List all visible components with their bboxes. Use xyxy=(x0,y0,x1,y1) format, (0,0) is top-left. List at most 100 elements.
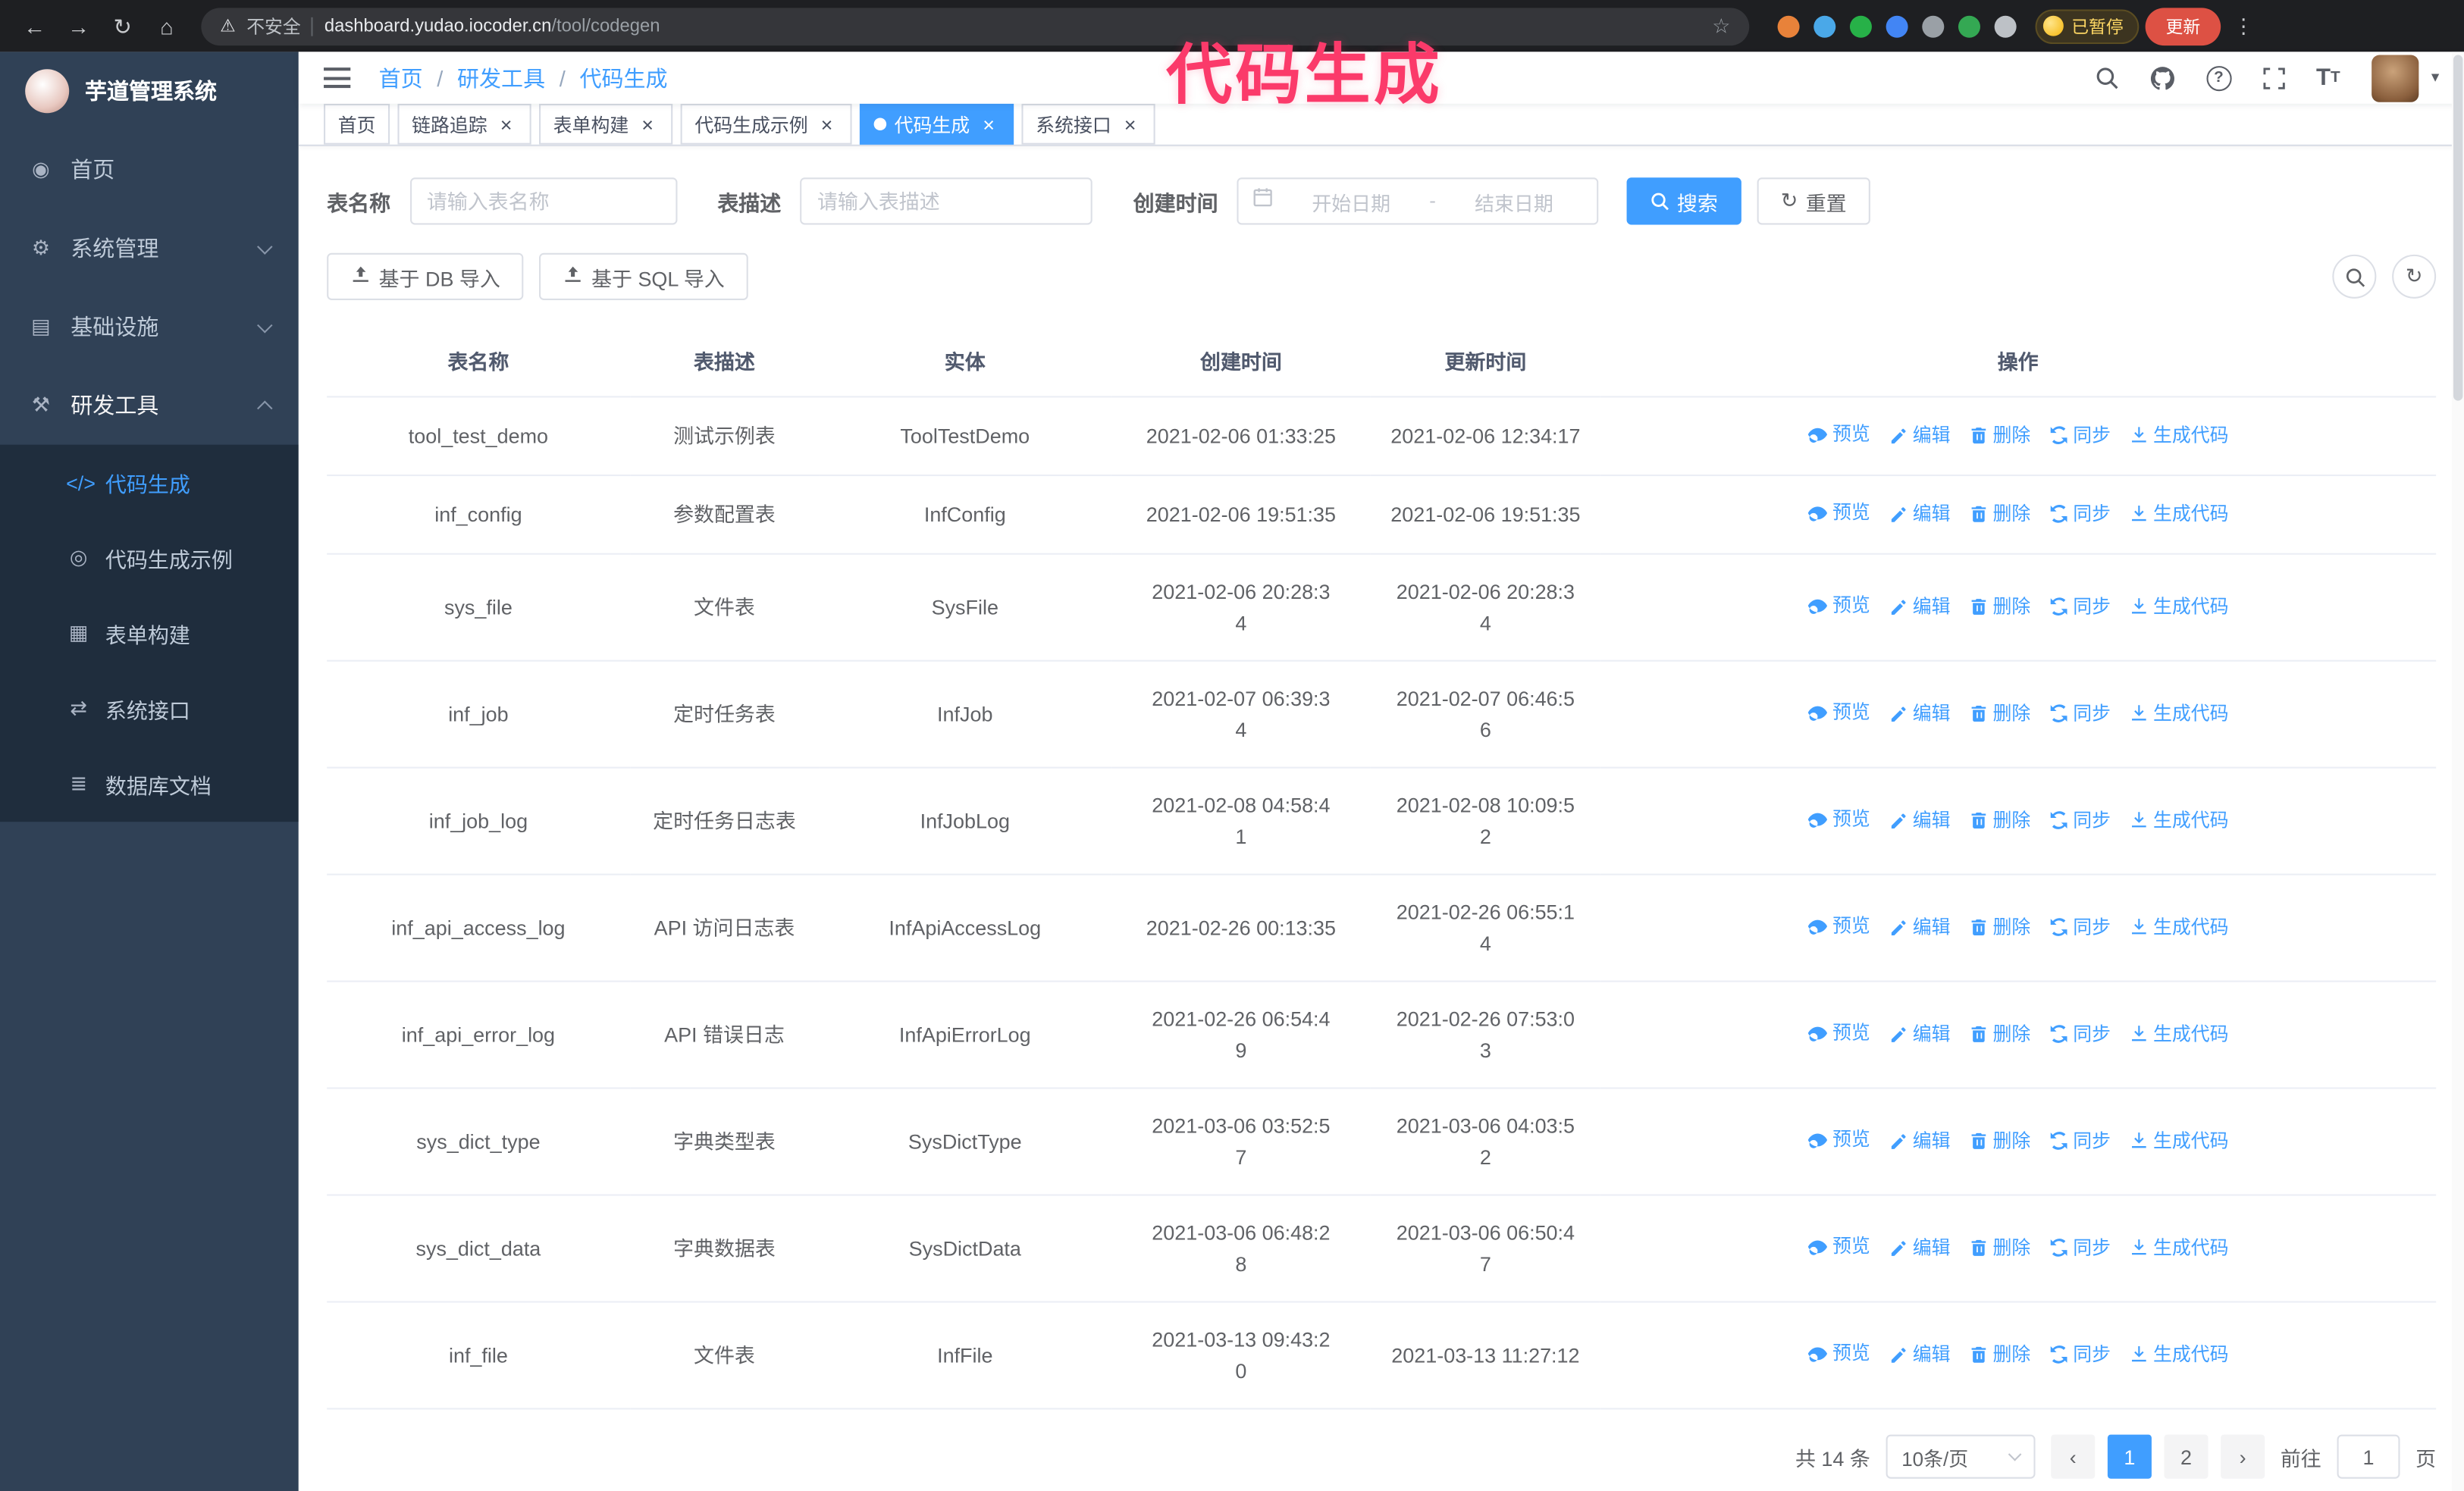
search-button[interactable]: 搜索 xyxy=(1626,177,1741,225)
sync-link[interactable]: 同步 xyxy=(2049,1233,2111,1261)
reload-icon[interactable]: ↻ xyxy=(104,7,142,45)
generate-code-link[interactable]: 生成代码 xyxy=(2130,805,2229,833)
import-sql-button[interactable]: 基于 SQL 导入 xyxy=(539,252,748,300)
sync-link[interactable]: 同步 xyxy=(2049,499,2111,527)
scrollbar-thumb[interactable] xyxy=(2453,55,2463,401)
sync-link[interactable]: 同步 xyxy=(2049,698,2111,726)
close-icon[interactable]: × xyxy=(816,114,838,134)
table-row[interactable]: sys_dict_data 字典数据表 SysDictData 2021-03-… xyxy=(327,1195,2437,1303)
tab-codegen-example[interactable]: 代码生成示例 × xyxy=(680,103,852,145)
refresh-button[interactable]: ↻ xyxy=(2392,254,2437,299)
import-db-button[interactable]: 基于 DB 导入 xyxy=(327,252,524,300)
generate-code-link[interactable]: 生成代码 xyxy=(2130,1339,2229,1367)
sync-link[interactable]: 同步 xyxy=(2049,805,2111,833)
generate-code-link[interactable]: 生成代码 xyxy=(2130,698,2229,726)
leaf-extension-icon[interactable] xyxy=(1958,14,1980,37)
translate-extension-icon[interactable] xyxy=(1922,14,1945,37)
github-icon[interactable] xyxy=(2149,65,2174,90)
edit-link[interactable]: 编辑 xyxy=(1889,499,1951,527)
sidebar-item-form-builder[interactable]: ▦ 表单构建 xyxy=(0,596,299,672)
table-row[interactable]: inf_job 定时任务表 InfJob 2021-02-07 06:39:3 … xyxy=(327,660,2437,769)
edit-link[interactable]: 编辑 xyxy=(1889,1019,1951,1047)
browser-menu-icon[interactable]: ⋮ xyxy=(2227,14,2260,39)
tab-trace[interactable]: 链路追踪 × xyxy=(397,103,531,145)
edit-link[interactable]: 编辑 xyxy=(1889,805,1951,833)
sync-link[interactable]: 同步 xyxy=(2049,1339,2111,1367)
page-size-select[interactable]: 10条/页 xyxy=(1886,1434,2036,1479)
preview-link[interactable]: 预览 xyxy=(1807,804,1870,832)
close-icon[interactable]: × xyxy=(1119,114,1141,134)
preview-link[interactable]: 预览 xyxy=(1807,1125,1870,1153)
generate-code-link[interactable]: 生成代码 xyxy=(2130,421,2229,449)
user-avatar[interactable] xyxy=(2372,54,2419,102)
fox-extension-icon[interactable] xyxy=(1777,14,1800,37)
tab-home[interactable]: 首页 xyxy=(324,103,390,145)
sidebar-item-infrastructure[interactable]: ▤ 基础设施 xyxy=(0,287,299,366)
close-icon[interactable]: × xyxy=(978,114,1000,134)
close-icon[interactable]: × xyxy=(637,114,659,134)
preview-link[interactable]: 预览 xyxy=(1807,1232,1870,1260)
search-icon[interactable] xyxy=(2095,66,2118,89)
reset-button[interactable]: ↻ 重置 xyxy=(1757,177,1870,225)
font-size-icon[interactable]: TT xyxy=(2316,64,2340,91)
preview-link[interactable]: 预览 xyxy=(1807,1018,1870,1046)
tab-codegen[interactable]: 代码生成 × xyxy=(860,103,1014,145)
generate-code-link[interactable]: 生成代码 xyxy=(2130,1019,2229,1047)
collapse-sidebar-icon[interactable] xyxy=(324,67,351,89)
breadcrumb-home[interactable]: 首页 xyxy=(379,62,423,93)
delete-link[interactable]: 删除 xyxy=(1969,698,2030,726)
sidebar-item-system-api[interactable]: ⇄ 系统接口 xyxy=(0,671,299,747)
goto-page-input[interactable] xyxy=(2337,1434,2400,1479)
fullscreen-icon[interactable] xyxy=(2262,67,2285,89)
toggle-search-button[interactable] xyxy=(2332,254,2377,299)
generate-code-link[interactable]: 生成代码 xyxy=(2130,591,2229,619)
generate-code-link[interactable]: 生成代码 xyxy=(2130,1126,2229,1154)
preview-link[interactable]: 预览 xyxy=(1807,419,1870,447)
preview-link[interactable]: 预览 xyxy=(1807,697,1870,725)
preview-link[interactable]: 预览 xyxy=(1807,590,1870,619)
back-icon[interactable]: ← xyxy=(16,7,54,45)
sync-link[interactable]: 同步 xyxy=(2049,421,2111,449)
edit-link[interactable]: 编辑 xyxy=(1889,591,1951,619)
sync-link[interactable]: 同步 xyxy=(2049,1126,2111,1154)
delete-link[interactable]: 删除 xyxy=(1969,499,2030,527)
puzzle-extension-icon[interactable] xyxy=(1994,14,2017,37)
edit-link[interactable]: 编辑 xyxy=(1889,912,1951,940)
paused-badge[interactable]: 已暂停 xyxy=(2035,8,2140,44)
prev-page-button[interactable]: ‹ xyxy=(2051,1434,2096,1479)
table-row[interactable]: tool_test_demo 测试示例表 ToolTestDemo 2021-0… xyxy=(327,396,2437,477)
next-page-button[interactable]: › xyxy=(2221,1434,2265,1479)
delete-link[interactable]: 删除 xyxy=(1969,421,2030,449)
chevron-down-icon[interactable]: ▾ xyxy=(2431,69,2439,86)
edit-link[interactable]: 编辑 xyxy=(1889,421,1951,449)
generate-code-link[interactable]: 生成代码 xyxy=(2130,499,2229,527)
table-row[interactable]: inf_job_log 定时任务日志表 InfJobLog 2021-02-08… xyxy=(327,767,2437,875)
table-row[interactable]: sys_file 文件表 SysFile 2021-02-06 20:28:3 … xyxy=(327,553,2437,662)
sync-link[interactable]: 同步 xyxy=(2049,912,2111,940)
table-row[interactable]: inf_api_error_log API 错误日志 InfApiErrorLo… xyxy=(327,981,2437,1089)
edit-link[interactable]: 编辑 xyxy=(1889,1233,1951,1261)
close-icon[interactable]: × xyxy=(495,114,517,134)
sidebar-item-codegen-example[interactable]: ◎ 代码生成示例 xyxy=(0,520,299,596)
create-time-range-picker[interactable]: 开始日期 - 结束日期 xyxy=(1237,177,1599,225)
table-row[interactable]: sys_dict_type 字典类型表 SysDictType 2021-03-… xyxy=(327,1088,2437,1196)
home-icon[interactable]: ⌂ xyxy=(148,7,186,45)
tab-form-builder[interactable]: 表单构建 × xyxy=(539,103,673,145)
generate-code-link[interactable]: 生成代码 xyxy=(2130,912,2229,940)
app-logo[interactable]: 芋道管理系统 xyxy=(0,52,299,130)
address-bar[interactable]: ⚠ 不安全 dashboard.yudao.iocoder.cn/tool/co… xyxy=(201,7,1750,45)
help-icon[interactable]: ? xyxy=(2205,65,2232,91)
delete-link[interactable]: 删除 xyxy=(1969,591,2030,619)
page-button-1[interactable]: 1 xyxy=(2107,1434,2152,1479)
preview-link[interactable]: 预览 xyxy=(1807,498,1870,526)
preview-link[interactable]: 预览 xyxy=(1807,911,1870,939)
table-row[interactable]: inf_config 参数配置表 InfConfig 2021-02-06 19… xyxy=(327,475,2437,555)
edit-link[interactable]: 编辑 xyxy=(1889,1126,1951,1154)
generate-code-link[interactable]: 生成代码 xyxy=(2130,1233,2229,1261)
bookmark-star-icon[interactable]: ☆ xyxy=(1712,14,1730,39)
sidebar-item-db-doc[interactable]: ≣ 数据库文档 xyxy=(0,747,299,822)
tab-system-api[interactable]: 系统接口 × xyxy=(1021,103,1155,145)
table-name-input[interactable] xyxy=(409,177,677,225)
sync-link[interactable]: 同步 xyxy=(2049,591,2111,619)
table-desc-input[interactable] xyxy=(800,177,1092,225)
